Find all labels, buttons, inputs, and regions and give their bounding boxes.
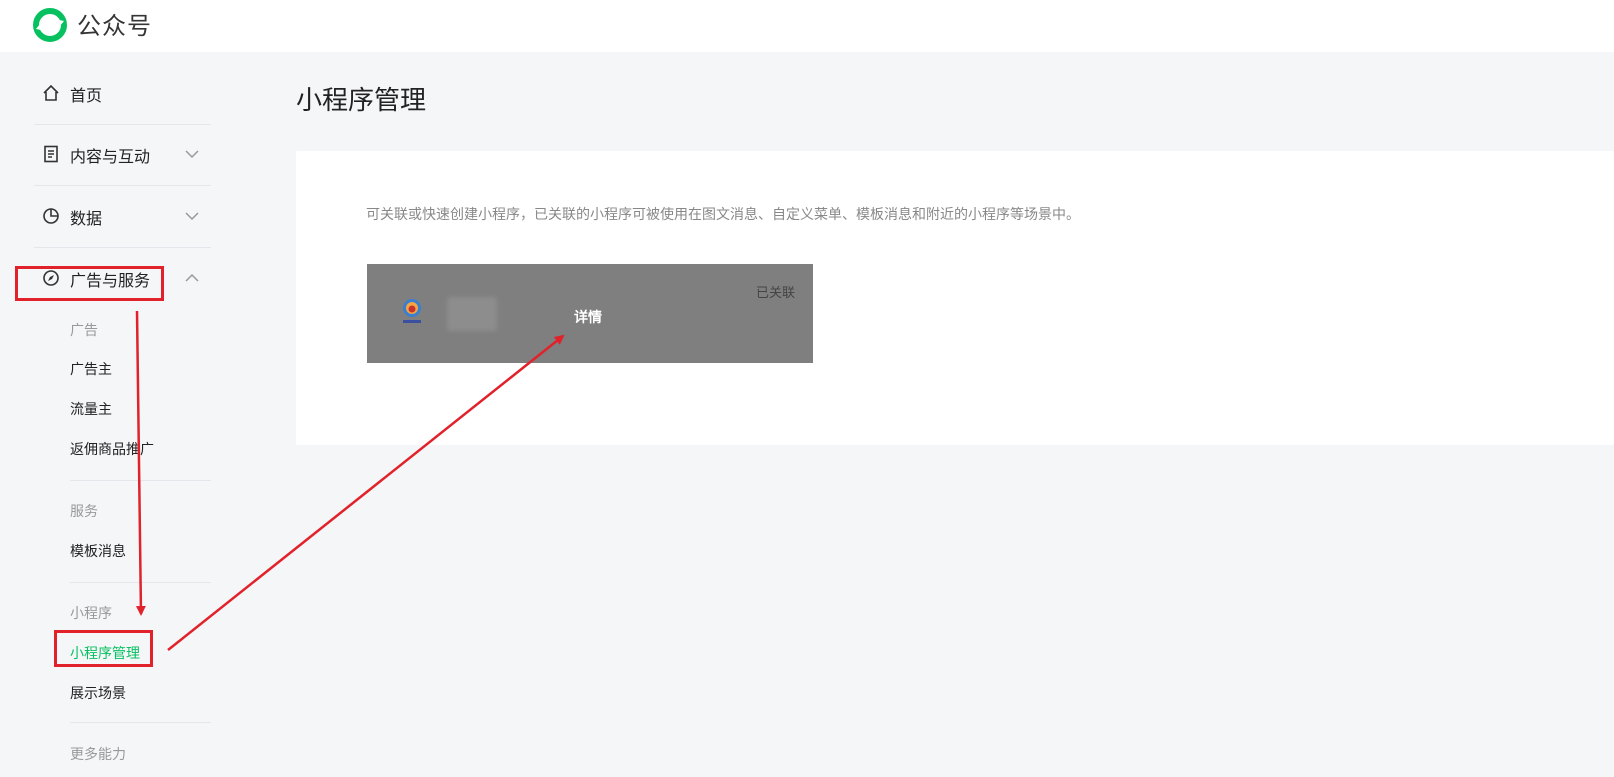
top-bar: 公众号 — [0, 0, 1614, 52]
sidebar-item-content[interactable]: 内容与互动 — [34, 130, 211, 178]
group-label-ads: 广告 — [70, 323, 98, 339]
sidebar-item-data[interactable]: 数据 — [34, 192, 211, 240]
miniprogram-card[interactable]: 已关联 详情 — [367, 264, 813, 363]
panel-description: 可关联或快速创建小程序，已关联的小程序可被使用在图文消息、自定义菜单、模板消息和… — [366, 207, 1080, 223]
home-icon — [43, 84, 59, 101]
document-icon — [44, 145, 58, 163]
sidebar: 首页 内容与互动 数据 广告与服务 广告 广告主 流量主 返佣商品推广 服务 模… — [0, 52, 230, 777]
sidebar-divider — [34, 124, 211, 125]
wechat-official-account-logo-icon[interactable] — [32, 7, 68, 43]
sidebar-subitem-display-scenes[interactable]: 展示场景 — [70, 683, 126, 703]
highlight-box-miniprogram-management — [54, 630, 153, 667]
miniprogram-logo-icon — [403, 299, 421, 323]
group-label-services: 服务 — [70, 504, 98, 520]
pie-chart-icon — [43, 208, 59, 224]
chevron-down-icon[interactable] — [184, 208, 200, 224]
chevron-down-icon[interactable] — [184, 146, 200, 162]
sidebar-item-label: 数据 — [70, 209, 103, 228]
sidebar-item-label: 内容与互动 — [70, 147, 151, 166]
sidebar-subitem-publisher[interactable]: 流量主 — [70, 399, 112, 419]
page-title: 小程序管理 — [296, 86, 427, 116]
sidebar-divider — [34, 247, 211, 248]
miniprogram-name-blurred — [447, 297, 497, 331]
sidebar-divider — [34, 185, 211, 186]
sidebar-subitem-template-message[interactable]: 模板消息 — [70, 541, 126, 561]
sidebar-subitem-advertiser[interactable]: 广告主 — [70, 359, 112, 379]
highlight-box-ads-services — [15, 266, 164, 301]
sidebar-divider — [70, 722, 211, 723]
status-badge: 已关联 — [755, 286, 795, 301]
sidebar-subitem-commission[interactable]: 返佣商品推广 — [70, 439, 154, 459]
sidebar-divider — [70, 582, 211, 583]
sidebar-divider — [70, 480, 211, 481]
sidebar-item-label: 首页 — [70, 86, 103, 105]
miniprogram-panel: 可关联或快速创建小程序，已关联的小程序可被使用在图文消息、自定义菜单、模板消息和… — [296, 151, 1614, 445]
details-link[interactable]: 详情 — [574, 307, 602, 327]
group-label-more[interactable]: 更多能力 — [70, 744, 126, 764]
group-label-miniprogram: 小程序 — [70, 606, 112, 622]
brand-name: 公众号 — [77, 12, 152, 40]
sidebar-item-home[interactable]: 首页 — [34, 69, 211, 117]
chevron-up-icon[interactable] — [184, 270, 200, 286]
